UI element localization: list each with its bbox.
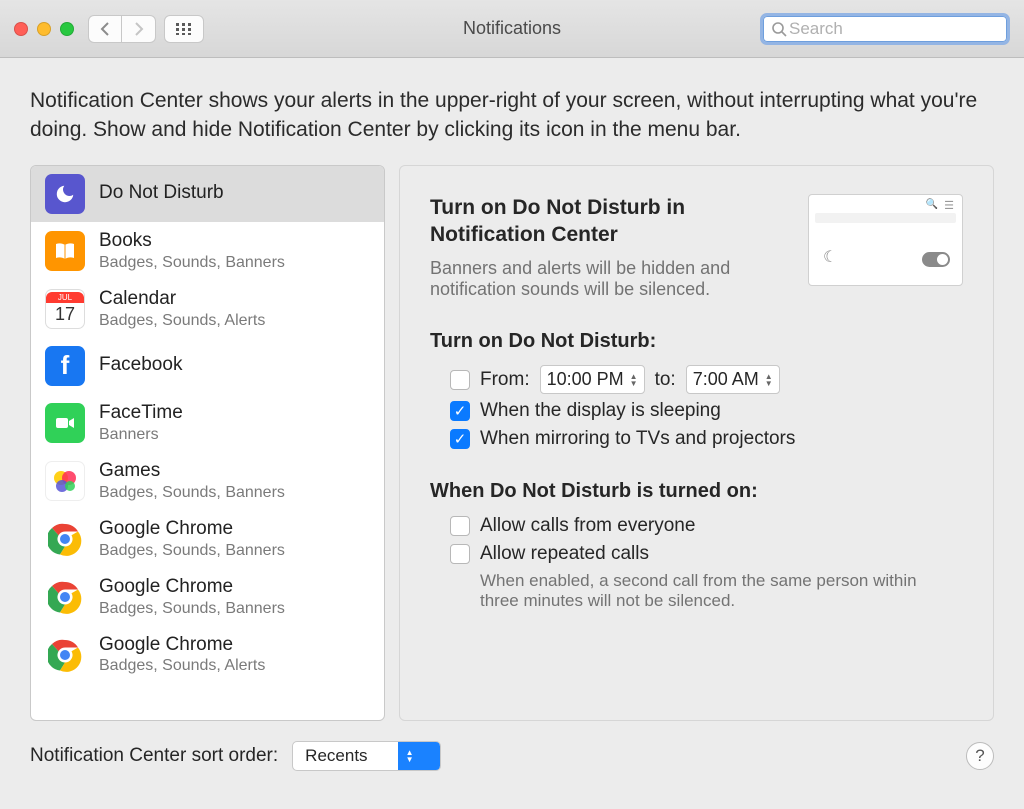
- detail-pane: Turn on Do Not Disturb in Notification C…: [399, 165, 994, 721]
- sidebar-item-chrome-3[interactable]: Google Chrome Badges, Sounds, Alerts: [31, 626, 384, 684]
- intro-text: Notification Center shows your alerts in…: [0, 58, 1024, 165]
- sidebar-item-books[interactable]: Books Badges, Sounds, Banners: [31, 222, 384, 280]
- sidebar-item-label: Google Chrome: [99, 576, 285, 599]
- search-input[interactable]: [787, 18, 1012, 40]
- chrome-icon: [45, 519, 85, 559]
- sidebar-item-label: Do Not Disturb: [99, 182, 224, 205]
- sidebar-item-sub: Badges, Sounds, Alerts: [99, 656, 265, 675]
- from-time-value: 10:00 PM: [547, 369, 624, 390]
- detail-heading: Turn on Do Not Disturb in Notification C…: [430, 194, 788, 249]
- notification-center-preview: 🔍☰ ☾: [808, 194, 963, 286]
- books-icon: [45, 231, 85, 271]
- to-time-value: 7:00 AM: [693, 369, 759, 390]
- display-sleeping-checkbox[interactable]: [450, 401, 470, 421]
- forward-button[interactable]: [122, 15, 156, 43]
- to-time-field[interactable]: 7:00 AM ▲▼: [686, 365, 780, 394]
- facebook-icon: f: [45, 346, 85, 386]
- detail-subtext: Banners and alerts will be hidden and no…: [430, 258, 788, 300]
- sidebar-item-do-not-disturb[interactable]: Do Not Disturb: [31, 166, 384, 222]
- sidebar-item-games[interactable]: Games Badges, Sounds, Banners: [31, 452, 384, 510]
- sidebar-item-sub: Badges, Sounds, Banners: [99, 253, 285, 272]
- sort-order-value: Recents: [293, 746, 397, 766]
- calendar-icon: JUL17: [45, 289, 85, 329]
- sidebar-item-sub: Banners: [99, 425, 183, 444]
- facetime-icon: [45, 403, 85, 443]
- allow-everyone-label: Allow calls from everyone: [480, 515, 695, 537]
- to-label: to:: [655, 369, 676, 391]
- toggle-icon: [922, 252, 950, 267]
- sidebar-item-facebook[interactable]: f Facebook: [31, 338, 384, 394]
- stepper-icon[interactable]: ▲▼: [765, 373, 773, 387]
- sidebar-item-calendar[interactable]: JUL17 Calendar Badges, Sounds, Alerts: [31, 280, 384, 338]
- sidebar-item-sub: Badges, Sounds, Banners: [99, 541, 285, 560]
- sidebar-item-facetime[interactable]: FaceTime Banners: [31, 394, 384, 452]
- help-button[interactable]: ?: [966, 742, 994, 770]
- sidebar-item-label: Facebook: [99, 354, 182, 377]
- allow-repeated-label: Allow repeated calls: [480, 543, 649, 565]
- moon-icon: [45, 174, 85, 214]
- sidebar-item-label: Books: [99, 230, 285, 253]
- mirroring-label: When mirroring to TVs and projectors: [480, 428, 795, 450]
- chrome-icon: [45, 577, 85, 617]
- allow-repeated-checkbox[interactable]: [450, 544, 470, 564]
- game-center-icon: [45, 461, 85, 501]
- window-toolbar: Notifications: [0, 0, 1024, 58]
- from-checkbox[interactable]: [450, 370, 470, 390]
- back-button[interactable]: [88, 15, 122, 43]
- close-window-button[interactable]: [14, 22, 28, 36]
- sort-order-label: Notification Center sort order:: [30, 745, 278, 767]
- sidebar-item-sub: Badges, Sounds, Alerts: [99, 311, 265, 330]
- sidebar-item-label: FaceTime: [99, 402, 183, 425]
- sidebar-item-label: Google Chrome: [99, 634, 265, 657]
- sidebar-item-chrome-2[interactable]: Google Chrome Badges, Sounds, Banners: [31, 568, 384, 626]
- sidebar-item-label: Games: [99, 460, 285, 483]
- footer: Notification Center sort order: Recents …: [0, 721, 1024, 771]
- nav-back-forward: [88, 15, 156, 43]
- sort-order-select[interactable]: Recents ▲▼: [292, 741, 440, 771]
- sidebar-item-sub: Badges, Sounds, Banners: [99, 483, 285, 502]
- show-all-button[interactable]: [164, 15, 204, 43]
- sidebar-item-label: Calendar: [99, 288, 265, 311]
- sidebar-item-sub: Badges, Sounds, Banners: [99, 599, 285, 618]
- moon-icon: ☾: [823, 247, 837, 267]
- repeated-help-text: When enabled, a second call from the sam…: [480, 571, 960, 611]
- window-controls: [14, 22, 74, 36]
- search-icon: [771, 21, 787, 37]
- stepper-icon[interactable]: ▲▼: [630, 373, 638, 387]
- app-list[interactable]: Do Not Disturb Books Badges, Sounds, Ban…: [30, 165, 385, 721]
- from-label: From:: [480, 369, 530, 391]
- sidebar-item-label: Google Chrome: [99, 518, 285, 541]
- chevron-up-down-icon: ▲▼: [398, 741, 440, 771]
- zoom-window-button[interactable]: [60, 22, 74, 36]
- sidebar-item-chrome-1[interactable]: Google Chrome Badges, Sounds, Banners: [31, 510, 384, 568]
- from-time-field[interactable]: 10:00 PM ▲▼: [540, 365, 645, 394]
- chrome-icon: [45, 635, 85, 675]
- mirroring-checkbox[interactable]: [450, 429, 470, 449]
- minimize-window-button[interactable]: [37, 22, 51, 36]
- allow-everyone-checkbox[interactable]: [450, 516, 470, 536]
- section-heading-schedule: Turn on Do Not Disturb:: [430, 330, 963, 353]
- search-field[interactable]: [760, 13, 1010, 45]
- display-sleeping-label: When the display is sleeping: [480, 400, 721, 422]
- section-heading-when-on: When Do Not Disturb is turned on:: [430, 480, 963, 503]
